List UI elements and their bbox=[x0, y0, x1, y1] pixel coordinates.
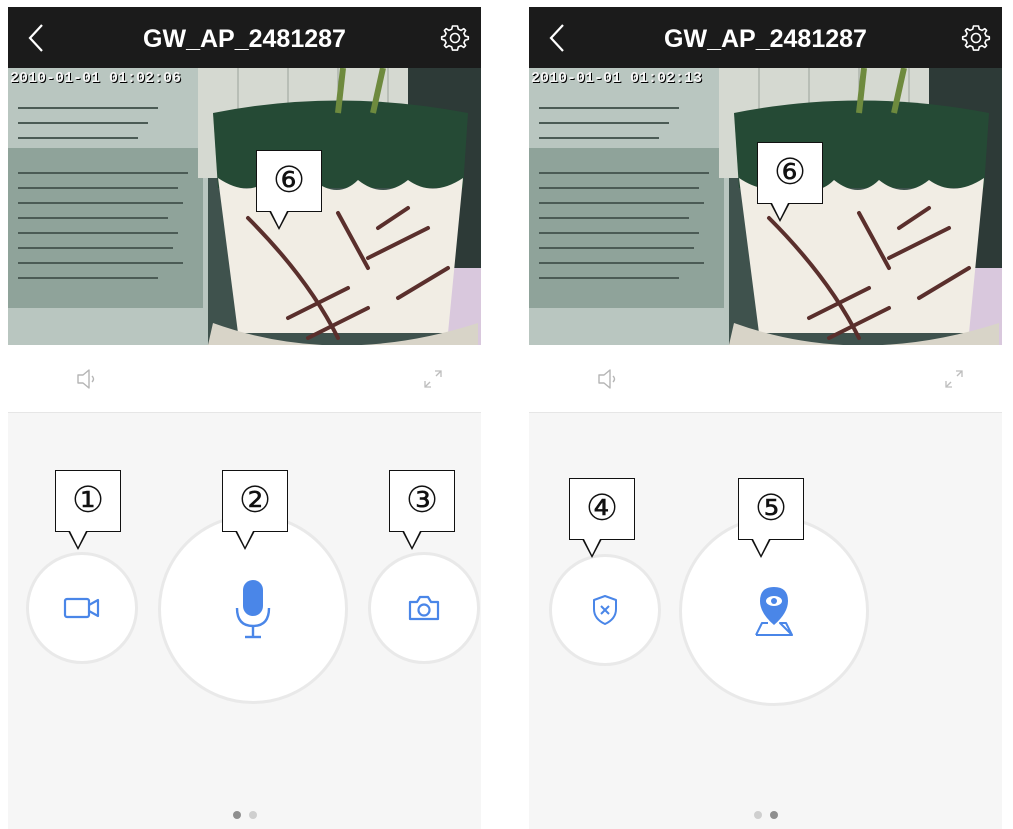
snapshot-button[interactable] bbox=[368, 552, 480, 664]
fullscreen-toggle[interactable] bbox=[942, 367, 966, 391]
speaker-icon bbox=[77, 369, 95, 389]
callout-3-snapshot: ③ bbox=[389, 470, 455, 550]
camera-video-feed[interactable]: 2010-01-01 01:02:06 ⑥ bbox=[8, 68, 481, 345]
speaker-icon bbox=[598, 369, 616, 389]
callout-4-disarm: ④ bbox=[569, 478, 635, 558]
back-button[interactable] bbox=[22, 21, 52, 55]
gear-icon bbox=[961, 25, 991, 51]
video-scene bbox=[529, 68, 1002, 345]
page-title: GW_AP_2481287 bbox=[143, 25, 346, 53]
page-dot-1[interactable] bbox=[232, 811, 241, 819]
speaker-toggle[interactable] bbox=[595, 366, 621, 392]
microphone-icon bbox=[235, 580, 271, 639]
camera-video-feed[interactable]: 2010-01-01 01:02:13 ⑥ bbox=[529, 68, 1002, 345]
camera-icon bbox=[408, 595, 440, 621]
callout-6-video: ⑥ bbox=[256, 150, 322, 230]
fullscreen-toggle[interactable] bbox=[421, 367, 445, 391]
video-scene bbox=[8, 68, 481, 345]
phone-screen-page-1: GW_AP_2481287 2010-01-01 01:02:06 ⑥ ① ② … bbox=[8, 7, 481, 829]
fullscreen-icon bbox=[424, 370, 442, 388]
page-indicator[interactable] bbox=[8, 811, 481, 819]
video-timestamp: 2010-01-01 01:02:06 bbox=[10, 70, 182, 87]
video-controls-row bbox=[8, 345, 481, 413]
page-dot-2[interactable] bbox=[248, 811, 257, 819]
page-indicator[interactable] bbox=[529, 811, 1002, 819]
page-dot-1[interactable] bbox=[753, 811, 762, 819]
shield-x-icon bbox=[593, 595, 617, 625]
action-panel: ④ ⑤ bbox=[529, 414, 1002, 829]
back-chevron-icon bbox=[549, 24, 564, 52]
video-timestamp: 2010-01-01 01:02:13 bbox=[531, 70, 703, 87]
back-button[interactable] bbox=[543, 21, 573, 55]
map-pin-eye-icon bbox=[755, 587, 793, 636]
settings-button[interactable] bbox=[960, 22, 992, 54]
callout-1-record: ① bbox=[55, 470, 121, 550]
callout-5-location: ⑤ bbox=[738, 478, 804, 558]
record-video-button[interactable] bbox=[26, 552, 138, 664]
page-title: GW_AP_2481287 bbox=[664, 25, 867, 53]
top-bar: GW_AP_2481287 bbox=[8, 7, 481, 68]
back-chevron-icon bbox=[28, 24, 43, 52]
callout-2-talk: ② bbox=[222, 470, 288, 550]
location-button[interactable] bbox=[679, 516, 869, 706]
phone-screen-page-2: GW_AP_2481287 2010-01-01 01:02:13 ⑥ ④ ⑤ bbox=[529, 7, 1002, 829]
disarm-button[interactable] bbox=[549, 554, 661, 666]
settings-button[interactable] bbox=[439, 22, 471, 54]
video-controls-row bbox=[529, 345, 1002, 413]
callout-6-video: ⑥ bbox=[757, 142, 823, 222]
speaker-toggle[interactable] bbox=[74, 366, 100, 392]
gear-icon bbox=[440, 25, 470, 51]
action-panel: ① ② ③ bbox=[8, 414, 481, 829]
fullscreen-icon bbox=[945, 370, 963, 388]
page-dot-2[interactable] bbox=[769, 811, 778, 819]
top-bar: GW_AP_2481287 bbox=[529, 7, 1002, 68]
video-camera-icon bbox=[63, 597, 100, 619]
